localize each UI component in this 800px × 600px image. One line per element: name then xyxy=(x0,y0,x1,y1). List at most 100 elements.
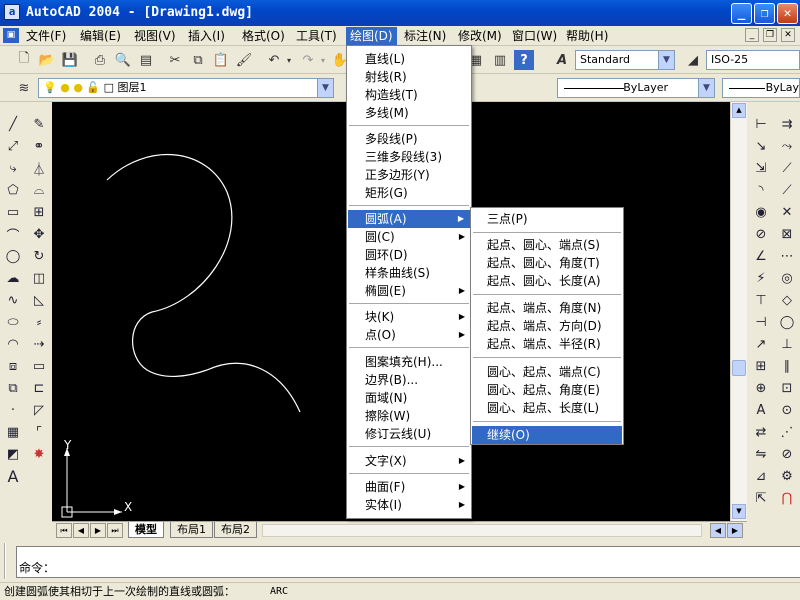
menu-item-construction-line[interactable]: 构造线(T) xyxy=(347,86,471,104)
last-tab-icon[interactable]: ⏭ xyxy=(107,523,123,538)
menu-view[interactable]: 视图(V) xyxy=(130,27,180,45)
save-icon[interactable]: 💾 xyxy=(60,50,80,70)
arc-icon[interactable]: ⌒ xyxy=(2,224,24,244)
menu-format[interactable]: 格式(O) xyxy=(238,27,289,45)
snap-apparent-icon[interactable]: ⊠ xyxy=(776,224,798,244)
snap-nearest-icon[interactable]: ⋰ xyxy=(776,422,798,442)
scale-icon[interactable]: ◫ xyxy=(28,268,50,288)
close-icon[interactable]: ✕ xyxy=(777,3,798,24)
scroll-thumb[interactable] xyxy=(732,360,746,376)
menu-item-3d-polyline[interactable]: 三维多段线(3) xyxy=(347,148,471,166)
undo-dropdown-icon[interactable]: ▾ xyxy=(284,50,294,70)
array-icon[interactable]: ⊞ xyxy=(28,202,50,222)
menu-item-region[interactable]: 面域(N) xyxy=(347,389,471,407)
arc-start-center-length[interactable]: 起点、圆心、长度(A) xyxy=(471,272,623,290)
copy-icon[interactable]: ⧉ xyxy=(188,50,208,70)
arc-curve[interactable] xyxy=(106,153,301,413)
menu-item-point[interactable]: 点(O) ▶ xyxy=(347,326,471,344)
insert-block-icon[interactable]: ⧈ xyxy=(2,356,24,376)
angular-dim-icon[interactable]: ∠ xyxy=(750,246,772,266)
arc-start-end-direction[interactable]: 起点、端点、方向(D) xyxy=(471,317,623,335)
arc-three-points[interactable]: 三点(P) xyxy=(471,210,623,228)
menu-item-polyline[interactable]: 多段线(P) xyxy=(347,130,471,148)
tab-layout1[interactable]: 布局1 xyxy=(170,522,213,538)
region-icon[interactable]: ◩ xyxy=(2,444,24,464)
dim-style-select[interactable]: ISO-25 xyxy=(706,50,800,70)
scroll-left-icon[interactable]: ◀ xyxy=(710,523,726,538)
undo-icon[interactable]: ↶ xyxy=(264,50,284,70)
menu-item-donut[interactable]: 圆环(D) xyxy=(347,246,471,264)
snap-parallel-icon[interactable]: ∥ xyxy=(776,356,798,376)
snap-settings-icon[interactable]: ⚙ xyxy=(776,466,798,486)
menu-item-wipeout[interactable]: 擦除(W) xyxy=(347,407,471,425)
tab-layout2[interactable]: 布局2 xyxy=(214,522,257,538)
snap-center-icon[interactable]: ◎ xyxy=(776,268,798,288)
command-window[interactable]: 命令： xyxy=(16,546,800,578)
menu-tools[interactable]: 工具(T) xyxy=(292,27,341,45)
line-icon[interactable]: ╱ xyxy=(2,114,24,134)
arc-continue[interactable]: 继续(O) xyxy=(472,426,622,444)
prev-tab-icon[interactable]: ◀ xyxy=(73,523,89,538)
calculator-icon[interactable]: ▥ xyxy=(490,50,510,70)
ellipse-arc-icon[interactable]: ◠ xyxy=(2,334,24,354)
rotate-icon[interactable]: ↻ xyxy=(28,246,50,266)
tab-model[interactable]: 模型 xyxy=(128,522,164,538)
first-tab-icon[interactable]: ⏮ xyxy=(56,523,72,538)
menu-item-surfaces[interactable]: 曲面(F) ▶ xyxy=(347,478,471,496)
snap-extension-icon[interactable]: ⋯ xyxy=(776,246,798,266)
menu-window[interactable]: 窗口(W) xyxy=(508,27,561,45)
document-icon[interactable]: ▣ xyxy=(3,28,19,43)
arc-start-center-end[interactable]: 起点、圆心、端点(S) xyxy=(471,236,623,254)
leader-icon[interactable]: ↗ xyxy=(750,334,772,354)
polygon-icon[interactable]: ⬠ xyxy=(2,180,24,200)
text-style-select[interactable]: Standard ▼ xyxy=(575,50,675,70)
menu-item-ray[interactable]: 射线(R) xyxy=(347,68,471,86)
temp-track-icon[interactable]: ⇉ xyxy=(776,114,798,134)
spline-icon[interactable]: ∿ xyxy=(2,290,24,310)
vertical-scrollbar[interactable]: ▲ ▼ xyxy=(730,102,747,522)
snap-tangent-icon[interactable]: ◯ xyxy=(776,312,798,332)
chevron-down-icon[interactable]: ▼ xyxy=(317,79,333,97)
scroll-up-icon[interactable]: ▲ xyxy=(732,103,746,118)
dim-style-icon[interactable]: ◢ xyxy=(683,50,703,70)
lock-icon[interactable]: 🔓 xyxy=(86,81,100,94)
snap-from-icon[interactable]: ⤳ xyxy=(776,136,798,156)
menu-file[interactable]: 文件(F) xyxy=(22,27,70,45)
menu-edit[interactable]: 编辑(E) xyxy=(76,27,125,45)
command-window-grip[interactable] xyxy=(4,543,12,579)
autocad-app-icon[interactable]: a xyxy=(4,4,20,20)
menu-item-rectangle[interactable]: 矩形(G) xyxy=(347,184,471,202)
ordinate-dim-icon[interactable]: ⇲ xyxy=(750,158,772,178)
continue-dim-icon[interactable]: ⊣ xyxy=(750,312,772,332)
center-mark-icon[interactable]: ⊕ xyxy=(750,378,772,398)
snap-none-icon[interactable]: ⊘ xyxy=(776,444,798,464)
make-block-icon[interactable]: ⧉ xyxy=(2,378,24,398)
menu-item-solids[interactable]: 实体(I) ▶ xyxy=(347,496,471,514)
redo-icon[interactable]: ↷ xyxy=(298,50,318,70)
menu-item-revcloud[interactable]: 修订云线(U) xyxy=(347,425,471,443)
fillet-icon[interactable]: ⌜ xyxy=(28,422,50,442)
arc-center-start-angle[interactable]: 圆心、起点、角度(E) xyxy=(471,381,623,399)
polyline-icon[interactable]: ⤷ xyxy=(2,158,24,178)
tolerance-icon[interactable]: ⊞ xyxy=(750,356,772,376)
publish-icon[interactable]: ▤ xyxy=(136,50,156,70)
explode-icon[interactable]: ✸ xyxy=(28,444,50,464)
trim-icon[interactable]: ⸗ xyxy=(28,312,50,332)
help-icon[interactable]: ? xyxy=(514,50,534,70)
hatch-icon[interactable]: ▦ xyxy=(2,422,24,442)
menu-dimension[interactable]: 标注(N) xyxy=(400,27,450,45)
menu-item-spline[interactable]: 样条曲线(S) xyxy=(347,264,471,282)
rectangle-icon[interactable]: ▭ xyxy=(2,202,24,222)
mirror-icon[interactable]: ⏃ xyxy=(28,158,50,178)
snap-perpendicular-icon[interactable]: ⊥ xyxy=(776,334,798,354)
quick-dim-icon[interactable]: ⚡ xyxy=(750,268,772,288)
arc-length-icon[interactable]: ◝ xyxy=(750,180,772,200)
menu-item-block[interactable]: 块(K) ▶ xyxy=(347,308,471,326)
osnap-magnet-icon[interactable]: ⋂ xyxy=(776,488,798,508)
radius-dim-icon[interactable]: ◉ xyxy=(750,202,772,222)
lightbulb-icon[interactable]: 💡 xyxy=(43,81,57,94)
construction-line-icon[interactable]: ⤢ xyxy=(2,136,24,156)
match-properties-icon[interactable]: 🖌 xyxy=(234,50,254,70)
cut-icon[interactable]: ✂ xyxy=(165,50,185,70)
menu-item-polygon[interactable]: 正多边形(Y) xyxy=(347,166,471,184)
